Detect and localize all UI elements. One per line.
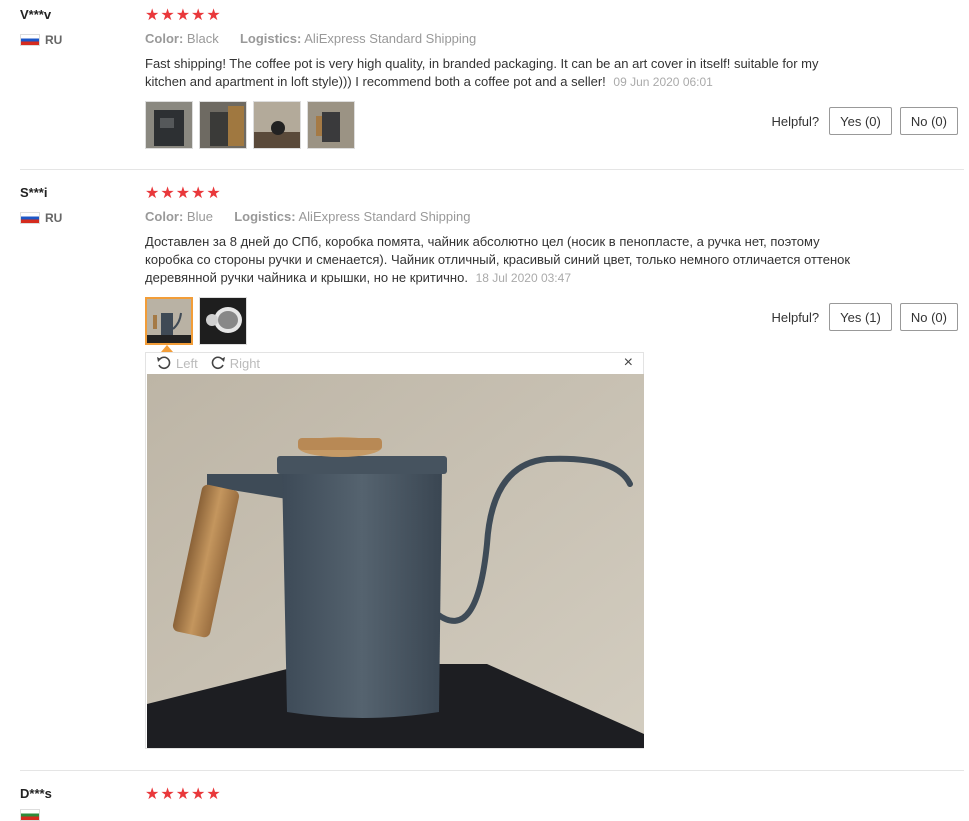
selected-thumb-pointer — [161, 345, 173, 352]
rotate-right-button[interactable]: Right — [210, 356, 260, 371]
star-rating: ★★★★★ — [145, 7, 222, 24]
viewer-toolbar: Left Right — [146, 353, 643, 373]
logistics-label: Logistics: — [239, 31, 302, 46]
review-date: 09 Jun 2020 06:01 — [613, 75, 713, 89]
helpful-label: Helpful? — [771, 113, 820, 129]
logistics-value: AliExpress Standard Shipping — [298, 209, 471, 224]
review-photo-thumb[interactable] — [199, 101, 247, 149]
helpful-controls: Helpful? Yes (1) No (0) — [771, 303, 958, 331]
helpful-controls: Helpful? Yes (0) No (0) — [771, 107, 958, 135]
russia-flag-icon — [20, 34, 40, 46]
logistics-label: Logistics: — [234, 209, 296, 224]
country-code: RU — [45, 211, 63, 225]
star-rating: ★★★★★ — [145, 185, 222, 202]
rotate-right-icon — [211, 356, 225, 370]
review-divider — [20, 169, 964, 170]
review-body: Fast shipping! The coffee pot is very hi… — [145, 56, 819, 89]
helpful-yes-button[interactable]: Yes (0) — [829, 107, 892, 135]
review-meta: Color: Blue Logistics: AliExpress Standa… — [145, 209, 471, 224]
helpful-no-button[interactable]: No (0) — [899, 303, 958, 331]
review-date: 18 Jul 2020 03:47 — [475, 271, 571, 285]
review-photo-thumb-selected[interactable] — [145, 297, 193, 345]
reviewer-name: V***v — [20, 7, 52, 22]
reviewer-country: RU — [20, 33, 62, 47]
review-meta: Color: Black Logistics: AliExpress Stand… — [145, 31, 476, 46]
enlarged-review-photo — [147, 374, 644, 748]
review-photo-thumb[interactable] — [199, 297, 247, 345]
color-label: Color: — [145, 209, 184, 224]
review-photo-thumb[interactable] — [253, 101, 301, 149]
rotate-right-label: Right — [229, 355, 261, 371]
review-text: Доставлен за 8 дней до СПб, коробка помя… — [145, 233, 865, 287]
rotate-left-icon — [157, 356, 171, 370]
color-value: Blue — [186, 209, 213, 224]
rotate-left-button[interactable]: Left — [156, 356, 198, 371]
rotate-left-label: Left — [176, 355, 198, 371]
review-text: Fast shipping! The coffee pot is very hi… — [145, 55, 860, 91]
review-photos — [145, 297, 247, 345]
helpful-yes-button[interactable]: Yes (1) — [829, 303, 892, 331]
reviewer-name: S***i — [20, 185, 48, 200]
reviewer-name: D***s — [20, 786, 52, 801]
russia-flag-icon — [20, 212, 40, 224]
close-viewer-button[interactable]: × — [624, 354, 633, 372]
helpful-label: Helpful? — [771, 309, 820, 325]
review-divider — [20, 770, 964, 771]
helpful-no-button[interactable]: No (0) — [899, 107, 958, 135]
color-value: Black — [186, 31, 219, 46]
logistics-value: AliExpress Standard Shipping — [304, 31, 477, 46]
color-label: Color: — [145, 31, 184, 46]
reviewer-country — [20, 809, 45, 821]
review-photo-thumb[interactable] — [145, 101, 193, 149]
reviewer-country: RU — [20, 211, 62, 225]
star-rating: ★★★★★ — [145, 786, 222, 803]
review-photos — [145, 101, 355, 149]
country-flag-icon — [20, 809, 40, 821]
photo-viewer: Left Right × — [145, 352, 644, 749]
review-photo-thumb[interactable] — [307, 101, 355, 149]
country-code: RU — [45, 33, 63, 47]
